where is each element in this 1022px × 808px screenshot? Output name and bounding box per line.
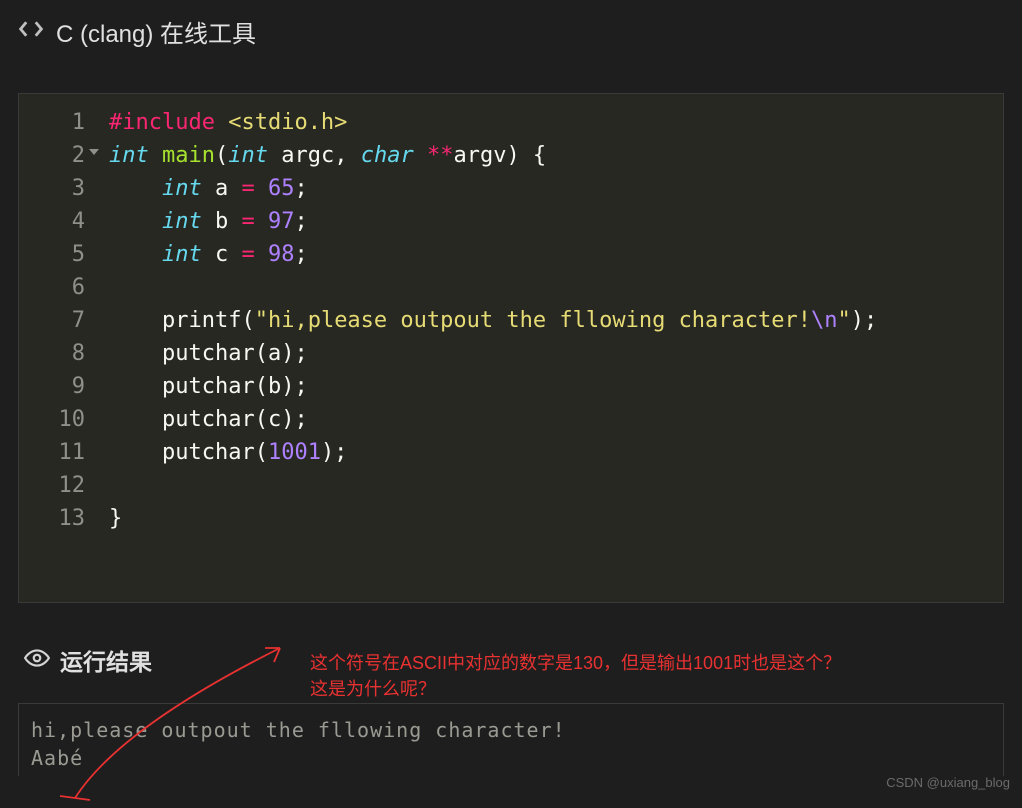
code-line[interactable]: printf("hi,please outpout the fllowing c… [109,304,877,337]
code-line[interactable]: #include <stdio.h> [109,106,877,139]
line-number: 11 [37,436,85,469]
code-line[interactable]: putchar(1001); [109,436,877,469]
annotation-line: 这是为什么呢？ [310,676,841,702]
line-number: 10 [37,403,85,436]
nav-arrows [18,20,44,43]
output-panel: hi,please outpout the fllowing character… [18,703,1004,776]
line-number: 7 [37,304,85,337]
line-number: 8 [37,337,85,370]
code-editor[interactable]: 12345678910111213 #include <stdio.h>int … [18,93,1004,603]
code-area[interactable]: #include <stdio.h>int main(int argc, cha… [99,106,877,535]
line-gutter: 12345678910111213 [19,106,99,535]
chevron-right-icon[interactable] [32,20,44,43]
annotation-line: 这个符号在ASCII中对应的数字是130，但是输出1001时也是这个？ [310,650,841,676]
eye-icon [24,645,50,676]
output-line: Aabé [31,746,83,770]
line-number: 2 [37,139,85,172]
code-line[interactable]: int c = 98; [109,238,877,271]
watermark: CSDN @uxiang_blog [886,775,1010,790]
line-number: 3 [37,172,85,205]
line-number: 12 [37,469,85,502]
code-line[interactable]: } [109,502,877,535]
line-number: 13 [37,502,85,535]
code-line[interactable]: putchar(c); [109,403,877,436]
code-line[interactable]: putchar(b); [109,370,877,403]
line-number: 5 [37,238,85,271]
page-title: C (clang) 在线工具 [56,14,256,49]
header-bar: C (clang) 在线工具 [0,0,1022,63]
output-line: hi,please outpout the fllowing character… [31,718,566,742]
results-title: 运行结果 [60,643,152,677]
code-line[interactable] [109,469,877,502]
line-number: 6 [37,271,85,304]
code-line[interactable]: int b = 97; [109,205,877,238]
line-number: 4 [37,205,85,238]
chevron-left-icon[interactable] [18,20,30,43]
code-line[interactable]: int a = 65; [109,172,877,205]
annotation-text: 这个符号在ASCII中对应的数字是130，但是输出1001时也是这个？ 这是为什… [310,650,841,702]
code-line[interactable] [109,271,877,304]
line-number: 9 [37,370,85,403]
code-line[interactable]: putchar(a); [109,337,877,370]
code-line[interactable]: int main(int argc, char **argv) { [109,139,877,172]
line-number: 1 [37,106,85,139]
fold-marker-icon[interactable] [89,149,99,155]
